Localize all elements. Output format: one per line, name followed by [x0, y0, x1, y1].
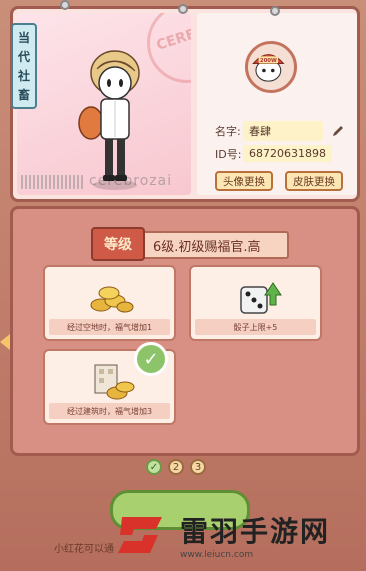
pin-icon	[178, 4, 188, 14]
skill-card[interactable]: 经过空地时，福气增加1	[43, 265, 176, 341]
tag-char: 代	[17, 50, 30, 64]
pin-icon	[270, 6, 280, 16]
character-panel: CERE cerebrozai	[17, 13, 191, 195]
footer-note: 小红花可以通	[54, 544, 114, 555]
unlocked-check-icon: ✓	[134, 342, 168, 376]
avatar-icon: 200W	[252, 54, 285, 82]
brand-name: 雷羽手游网	[180, 515, 331, 548]
brand-text: 雷羽手游网 www.leiucn.com	[180, 510, 330, 560]
skill-caption: 经过建筑时，福气增加3	[49, 403, 170, 419]
brand-watermark: 雷羽手游网 www.leiucn.com	[112, 500, 362, 570]
stamp-text: CERE	[154, 26, 191, 54]
character-sprite	[78, 50, 140, 190]
barcode-decoration	[21, 175, 85, 189]
change-skin-button[interactable]: 皮肤更换	[285, 171, 343, 191]
level-badge: 等级	[91, 227, 145, 261]
dice-upgrade-icon	[240, 282, 282, 314]
title-tag: 当 代 社 畜	[11, 23, 37, 109]
profile-card: CERE cerebrozai 当 代 社 畜 200W 名字: 春肆 ID号:…	[10, 6, 360, 202]
stamp-decoration: CERE	[147, 13, 191, 83]
change-avatar-button[interactable]: 头像更换	[215, 171, 273, 191]
skill-card[interactable]: 骰子上限+5	[189, 265, 322, 341]
tag-char: 社	[17, 69, 30, 83]
skill-caption: 骰子上限+5	[195, 319, 316, 335]
tag-char: 畜	[17, 88, 30, 102]
name-row: 名字: 春肆	[215, 121, 345, 141]
prev-arrow-icon[interactable]	[0, 334, 10, 350]
page-dot[interactable]: 3	[190, 459, 206, 475]
pin-icon	[60, 0, 70, 10]
building-coins-icon	[94, 364, 135, 400]
id-value: 68720631898	[243, 145, 332, 162]
page-dot[interactable]: 2	[168, 459, 184, 475]
name-label: 名字:	[215, 125, 241, 138]
level-title: 6级.初级赐福官.高	[139, 231, 289, 259]
level-panel: 6级.初级赐福官.高 等级 经过空地时，福气增加1 骰子上限+5 经过建筑时，福…	[10, 206, 360, 456]
name-value: 春肆	[243, 121, 323, 141]
id-row: ID号: 68720631898	[215, 145, 332, 162]
profile-info-panel: 200W 名字: 春肆 ID号: 68720631898 头像更换 皮肤更换	[197, 13, 357, 195]
page-indicator: ✓ 2 3	[146, 459, 206, 475]
skill-caption: 经过空地时，福气增加1	[49, 319, 170, 335]
avatar-badge-text: 200W	[260, 58, 277, 64]
brand-url: www.leiucn.com	[180, 550, 254, 560]
edit-pencil-icon[interactable]	[331, 124, 345, 138]
tag-char: 当	[17, 31, 30, 45]
brand-logo-icon	[118, 517, 162, 553]
gold-coins-icon	[90, 286, 134, 313]
avatar[interactable]: 200W	[245, 41, 297, 93]
page-dot[interactable]: ✓	[146, 459, 162, 475]
id-label: ID号:	[215, 147, 242, 161]
